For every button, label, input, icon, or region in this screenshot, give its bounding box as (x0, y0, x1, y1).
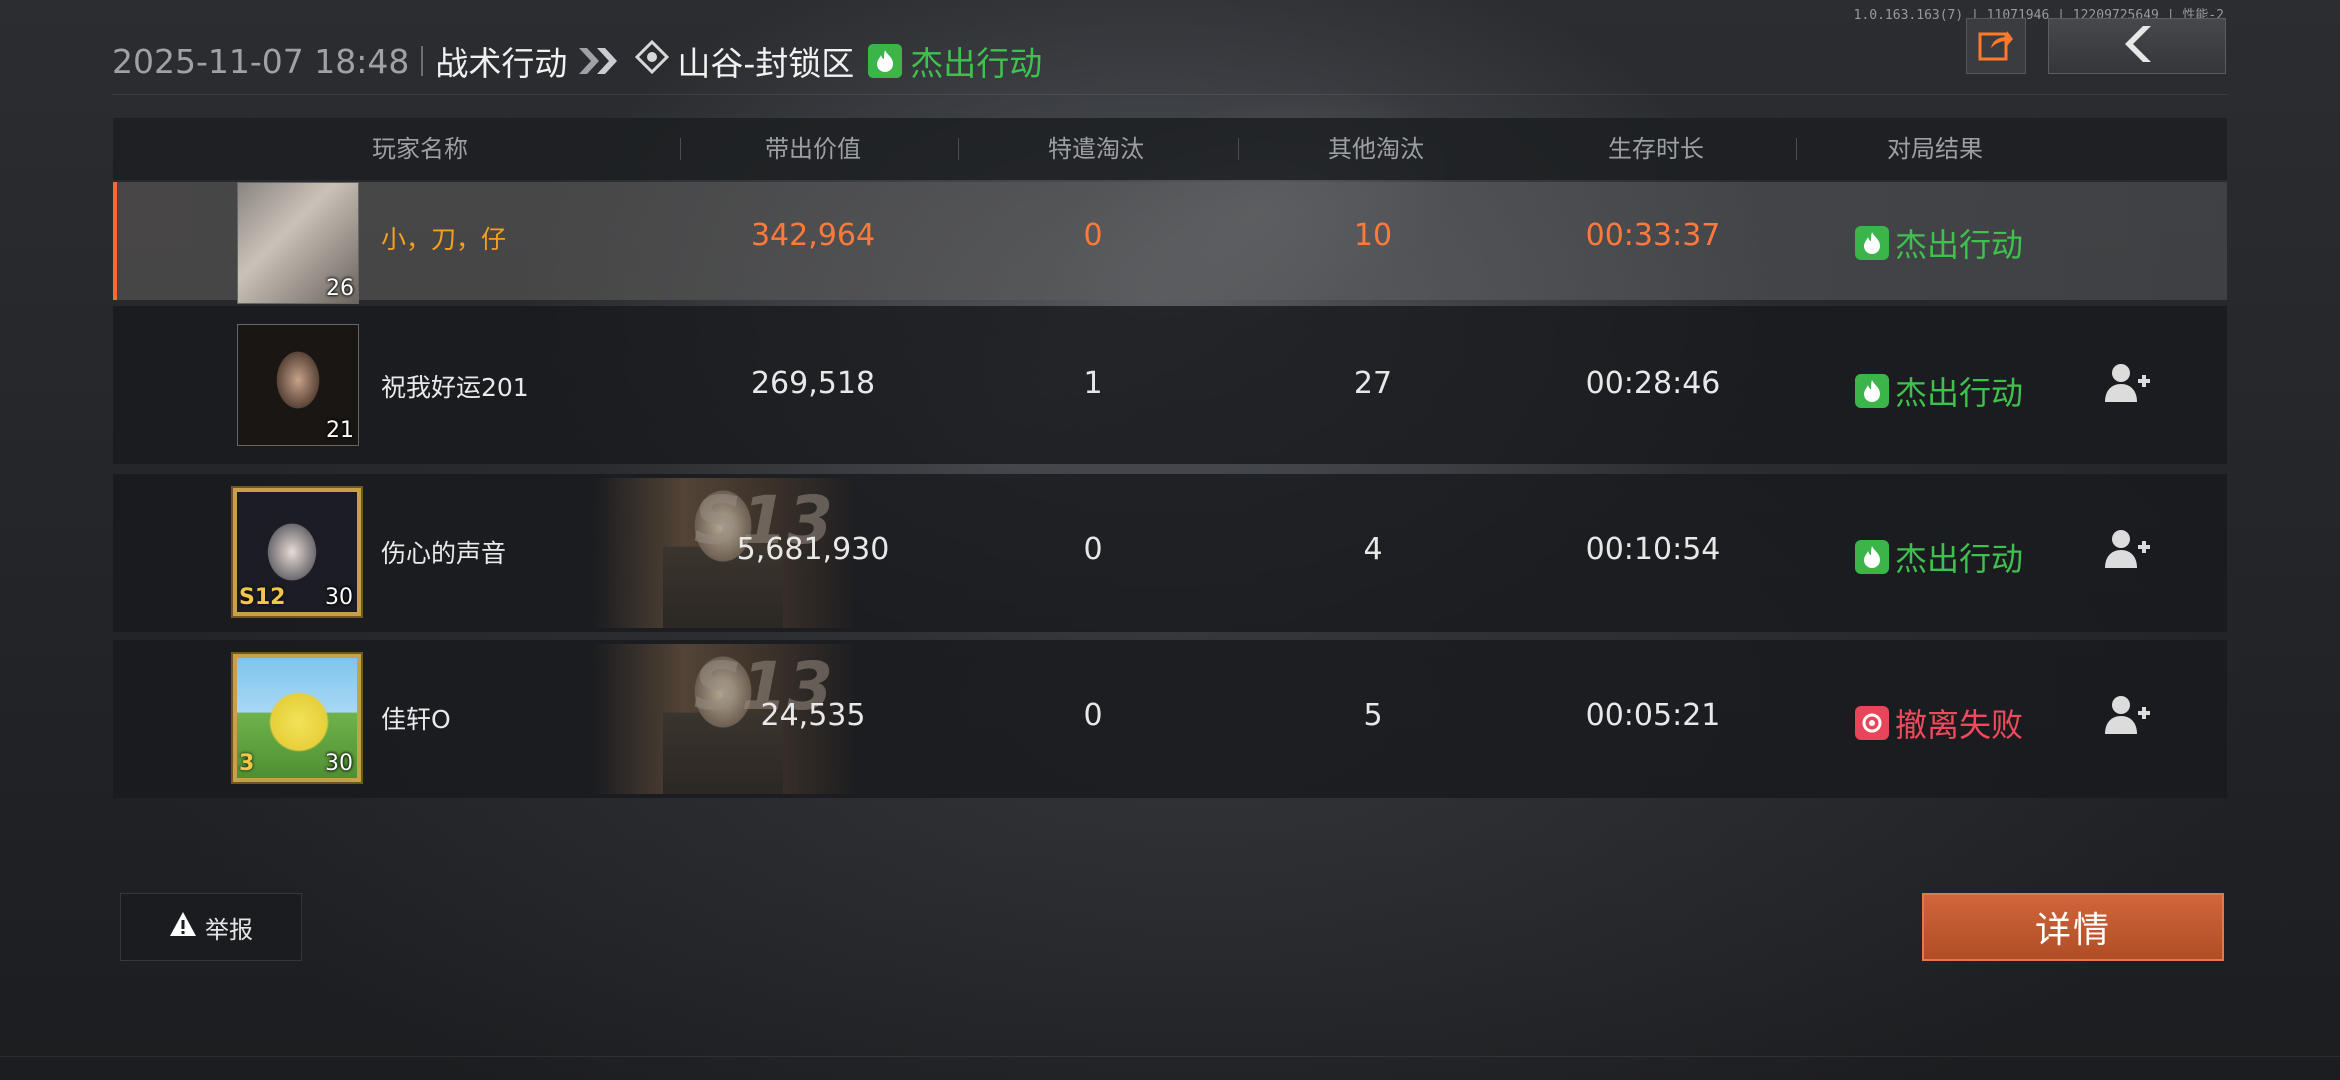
column-divider (958, 138, 959, 160)
result-badge: 杰出行动 (1855, 220, 2023, 266)
survival-time: 00:10:54 (1585, 532, 1721, 567)
flame-badge-icon (1855, 540, 1889, 574)
special-kills: 0 (1083, 218, 1103, 253)
report-label: 举报 (205, 915, 253, 944)
season-tag: 3 (239, 751, 255, 776)
column-header-survival: 生存时长 (1608, 135, 1704, 163)
extract-value: 24,535 (760, 698, 866, 733)
avatar[interactable]: S12 30 (233, 488, 361, 616)
match-datetime: 2025-11-07 18:48 (112, 41, 410, 81)
back-arrow-icon (2117, 24, 2157, 68)
avatar[interactable]: 21 (237, 324, 359, 446)
flame-badge-icon (1855, 226, 1889, 260)
survival-time: 00:33:37 (1585, 218, 1721, 253)
survival-time: 00:05:21 (1585, 698, 1721, 733)
bottom-divider (0, 1056, 2340, 1057)
details-button[interactable]: 详情 (1922, 893, 2224, 961)
player-level: 26 (326, 276, 354, 301)
player-name: 小，刀，仔 (381, 225, 507, 254)
map-name: 山谷-封锁区 (677, 44, 855, 83)
result-badge: 杰出行动 (1855, 534, 2023, 580)
special-kills: 0 (1083, 698, 1103, 733)
avatar[interactable]: 26 (237, 182, 359, 304)
flame-badge-icon (1855, 374, 1889, 408)
details-label: 详情 (2034, 910, 2111, 951)
extract-value: 342,964 (750, 218, 876, 253)
game-mode: 战术行动 (435, 44, 568, 83)
match-header: 2025-11-07 18:48 战术行动 山谷-封锁区 杰出行动 (112, 36, 1042, 86)
column-header-result: 对局结果 (1887, 135, 1983, 163)
warning-icon (169, 911, 197, 943)
column-header-special-kills: 特遣淘汰 (1048, 135, 1144, 163)
table-row[interactable]: 21 祝我好运201 269,518 1 27 00:28:46 杰出行动 (113, 306, 2227, 464)
result-label: 撤离失败 (1895, 706, 2024, 744)
add-friend-button[interactable] (2103, 362, 2153, 408)
flame-badge-icon (868, 44, 903, 78)
table-row[interactable]: S13 3 30 佳轩O 24,535 0 5 00:05:21 撤离失败 (113, 640, 2227, 798)
player-level: 21 (326, 418, 354, 443)
column-divider (1796, 138, 1797, 160)
back-button[interactable] (2048, 18, 2226, 74)
add-friend-icon (2104, 528, 2152, 574)
scoreboard-table: 玩家名称 带出价值 特遣淘汰 其他淘汰 生存时长 对局结果 26 小，刀，仔 3… (113, 118, 2227, 798)
result-label: 杰出行动 (1895, 540, 2024, 578)
result-label: 杰出行动 (1895, 226, 2024, 264)
header-divider (421, 46, 424, 76)
share-icon (1977, 26, 2015, 66)
player-name: 佳轩O (381, 705, 451, 734)
column-divider (680, 138, 681, 160)
survival-time: 00:28:46 (1585, 366, 1721, 401)
special-kills: 0 (1083, 532, 1103, 567)
double-chevron-icon (577, 46, 621, 76)
table-header: 玩家名称 带出价值 特遣淘汰 其他淘汰 生存时长 对局结果 (113, 118, 2227, 180)
add-friend-button[interactable] (2103, 694, 2153, 740)
map-diamond-icon (635, 39, 670, 82)
add-friend-icon (2104, 362, 2152, 408)
extract-value: 5,681,930 (736, 532, 890, 567)
table-row-self[interactable]: 26 小，刀，仔 342,964 0 10 00:33:37 杰出行动 (113, 182, 2227, 304)
result-label: 杰出行动 (1895, 374, 2024, 412)
player-name: 伤心的声音 (381, 539, 507, 568)
report-button[interactable]: 举报 (120, 893, 302, 961)
special-kills: 1 (1083, 366, 1103, 401)
share-button[interactable] (1966, 18, 2026, 74)
player-name: 祝我好运201 (381, 373, 529, 402)
result-badge: 杰出行动 (1855, 368, 2023, 414)
column-divider (1238, 138, 1239, 160)
header-separator (112, 94, 2228, 95)
other-kills: 10 (1353, 218, 1393, 253)
season-tag: S12 (239, 585, 286, 610)
add-friend-icon (2104, 694, 2152, 740)
column-header-value: 带出价值 (765, 135, 861, 163)
result-badge: 撤离失败 (1855, 700, 2023, 746)
avatar[interactable]: 3 30 (233, 654, 361, 782)
extraction-fail-icon (1855, 706, 1889, 740)
other-kills: 5 (1363, 698, 1383, 733)
player-level: 30 (325, 585, 353, 610)
other-kills: 27 (1353, 366, 1393, 401)
table-row[interactable]: S13 S12 30 伤心的声音 5,681,930 0 4 00:10:54 … (113, 474, 2227, 632)
player-level: 30 (325, 751, 353, 776)
column-header-player: 玩家名称 (372, 135, 468, 163)
extract-value: 269,518 (750, 366, 876, 401)
match-result: 杰出行动 (910, 44, 1043, 83)
column-header-other-kills: 其他淘汰 (1328, 135, 1424, 163)
other-kills: 4 (1363, 532, 1383, 567)
add-friend-button[interactable] (2103, 528, 2153, 574)
